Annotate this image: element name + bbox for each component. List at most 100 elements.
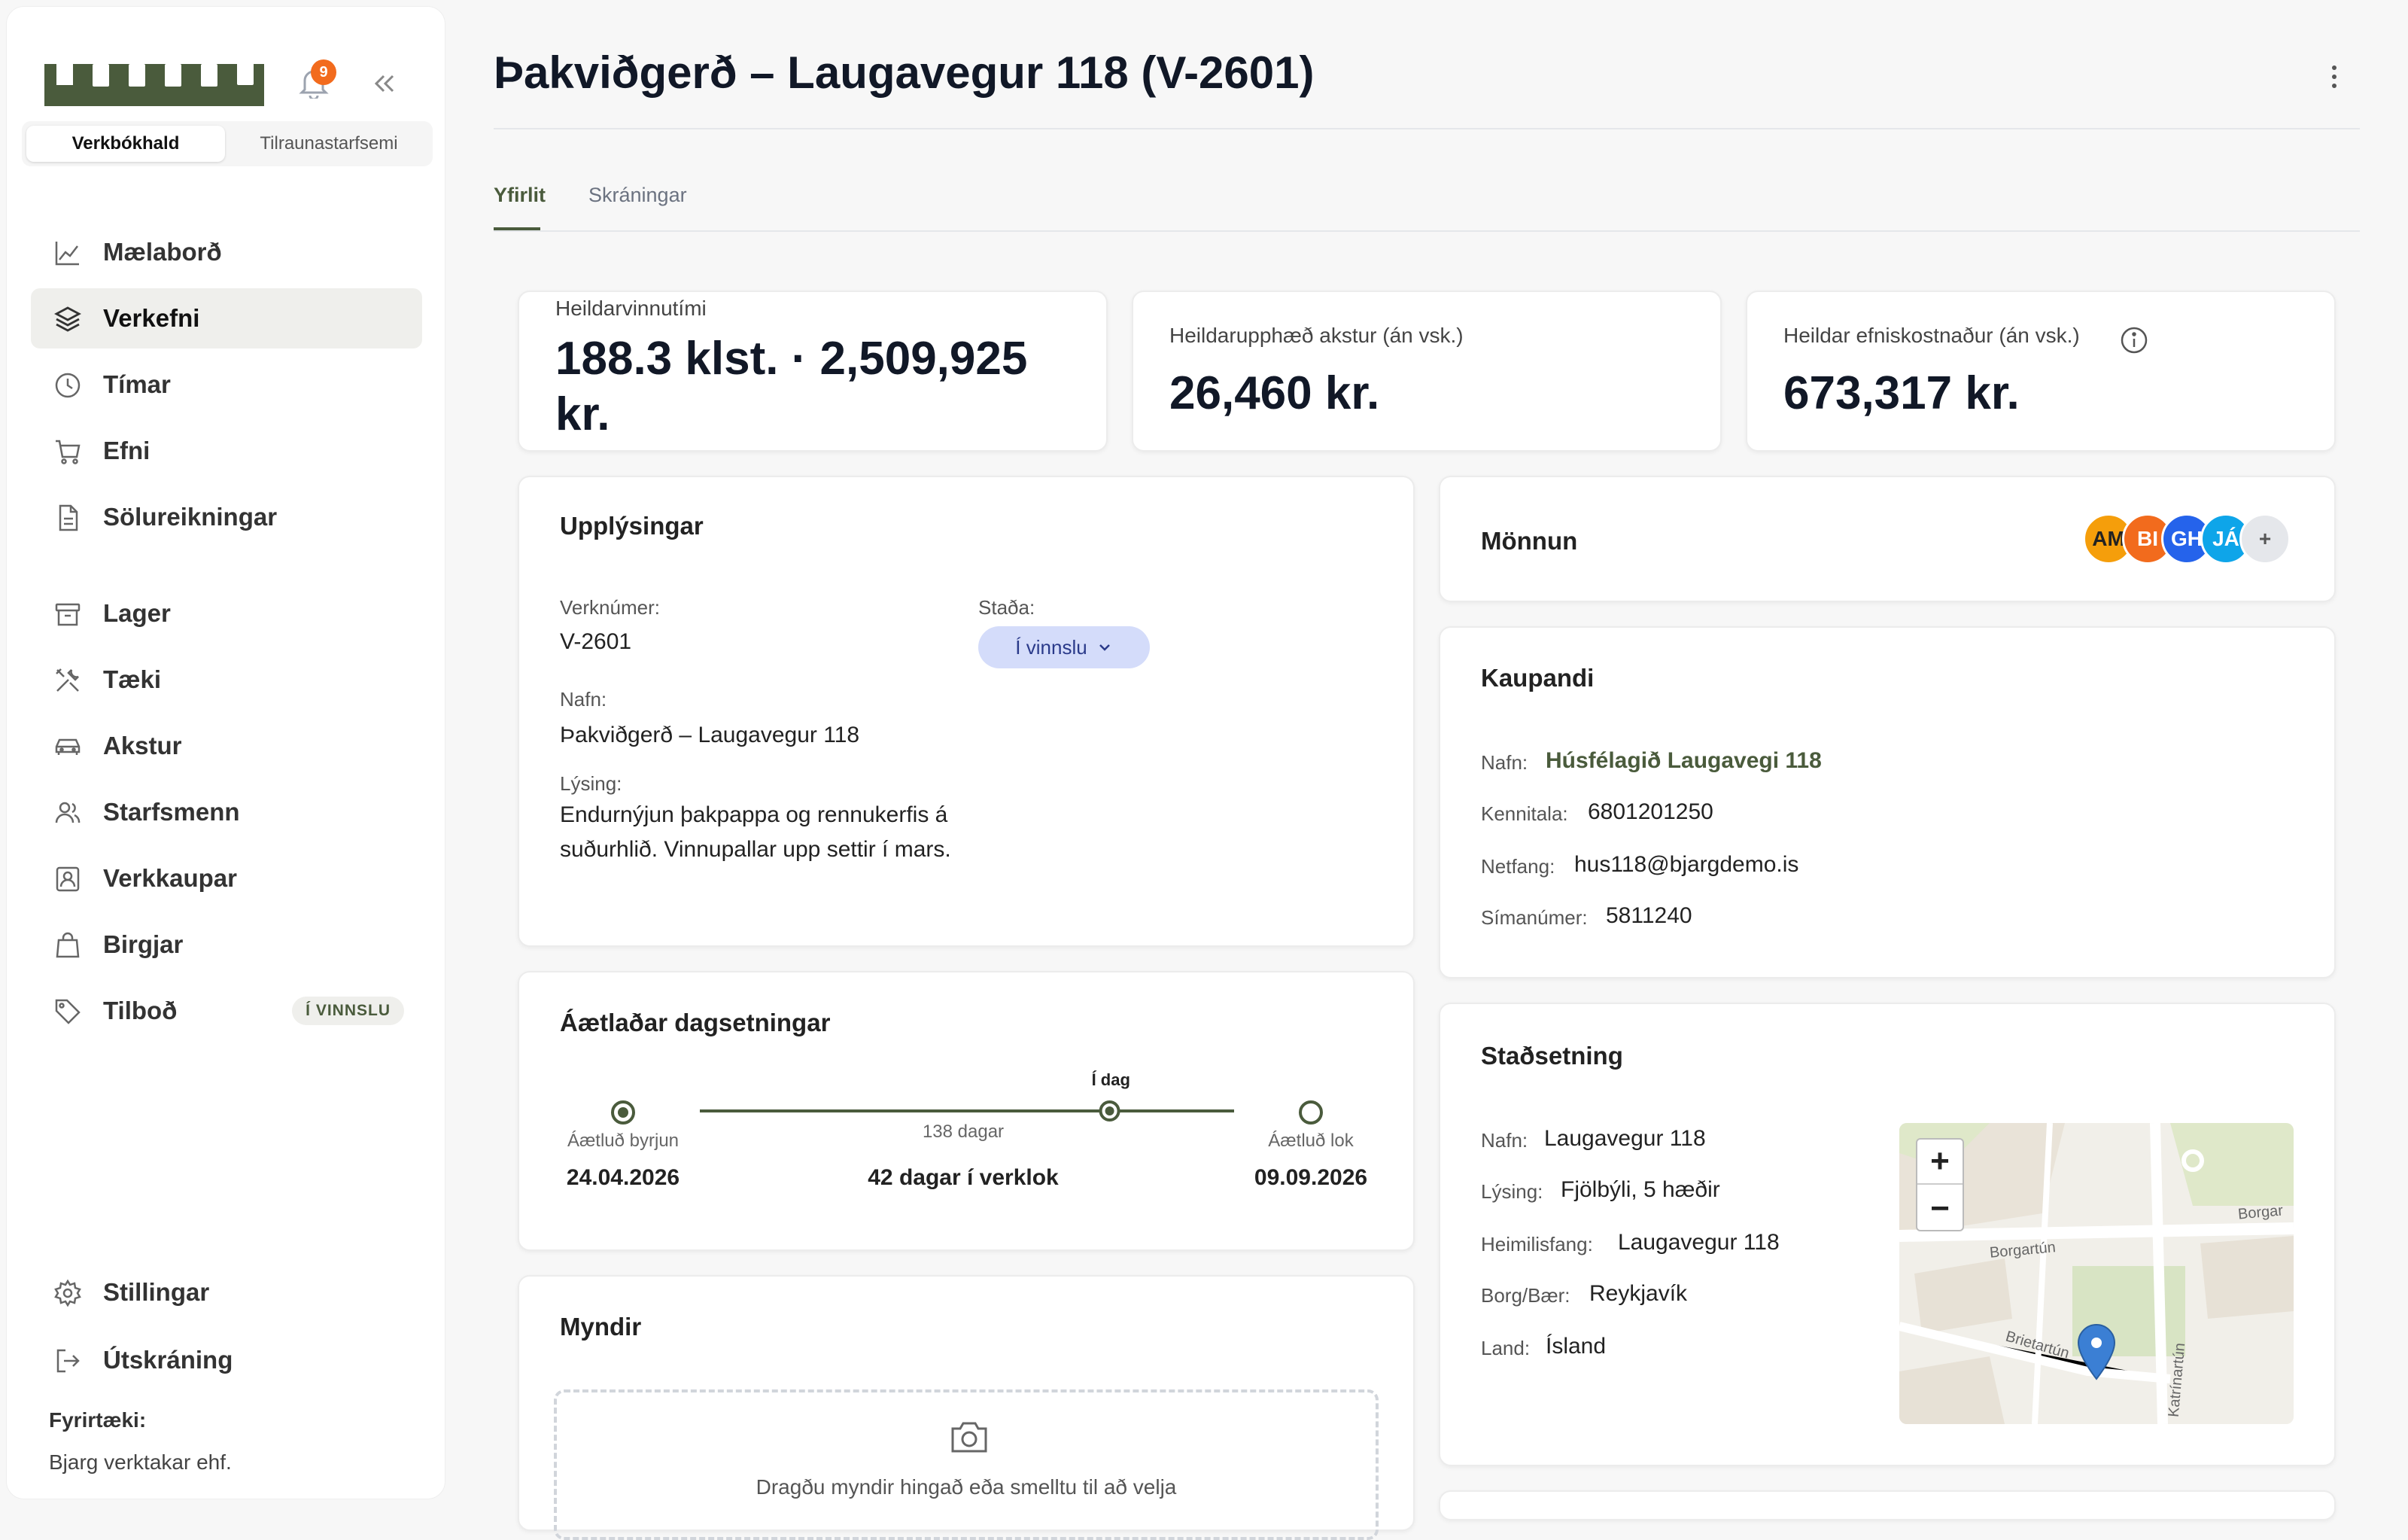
end-label: Áætluð lok — [1268, 1131, 1354, 1151]
location-name: Laugavegur 118 — [1544, 1126, 1706, 1151]
today-label: Í dag — [1091, 1070, 1130, 1089]
sidebar-item-label: Verkkaupar — [103, 864, 237, 892]
collapse-sidebar-icon[interactable] — [371, 70, 398, 97]
tab-overview[interactable]: Yfirlit — [494, 184, 546, 207]
sidebar-item-inventory[interactable]: Lager — [31, 583, 422, 644]
divider — [494, 230, 2360, 232]
bag-icon — [56, 932, 80, 958]
field-label: Lýsing: — [1481, 1180, 1543, 1203]
sidebar-item-materials[interactable]: Efni — [31, 421, 422, 481]
sidebar-item-label: Tilboð — [103, 997, 178, 1024]
buyer-phone[interactable]: 5811240 — [1606, 899, 1692, 933]
section-title: Myndir — [560, 1313, 642, 1341]
status-badge: Í VINNSLU — [292, 997, 404, 1025]
archive-icon — [55, 603, 81, 626]
segment-verkbokhald[interactable]: Verkbókhald — [26, 126, 225, 162]
sidebar-item-settings[interactable]: Stillingar — [31, 1262, 422, 1322]
sidebar-item-clients[interactable]: Verkkaupar — [31, 848, 422, 908]
sidebar-item-label: Tæki — [103, 665, 162, 693]
stat-label: Heildarupphæð akstur (án vsk.) — [1169, 324, 1464, 347]
field-label: Borg/Bær: — [1481, 1284, 1570, 1307]
project-number: V-2601 — [560, 629, 632, 654]
field-label: Netfang: — [1481, 855, 1555, 878]
end-marker — [1299, 1100, 1323, 1125]
sidebar-item-projects[interactable]: Verkefni — [31, 288, 422, 348]
stat-label: Heildarvinnutími — [555, 297, 707, 320]
stat-value: 188.3 klst. · 2,509,925 kr. — [555, 333, 1028, 440]
tab-registrations[interactable]: Skráningar — [588, 184, 687, 207]
sidebar-item-label: Starfsmenn — [103, 798, 240, 826]
buyer-name-link[interactable]: Húsfélagið Laugavegi 118 — [1546, 744, 1822, 778]
sidebar-item-employees[interactable]: Starfsmenn — [31, 782, 422, 842]
field-label: Nafn: — [560, 688, 607, 711]
add-staff-button[interactable]: + — [2239, 513, 2291, 565]
gear-icon — [54, 1279, 81, 1307]
buyer-ssn: 6801201250 — [1588, 799, 1713, 824]
company-name: Bjarg verktakar ehf. — [49, 1450, 232, 1474]
divider — [494, 128, 2360, 129]
sidebar-item-label: Verkefni — [103, 304, 200, 332]
page-title: Þakviðgerð – Laugavegur 118 (V-2601) — [494, 47, 1315, 98]
sidebar-item-hours[interactable]: Tímar — [31, 355, 422, 415]
sidebar-item-label: Akstur — [103, 732, 182, 759]
sidebar-item-dashboard[interactable]: Mælaborð — [31, 222, 422, 282]
chevron-down-icon — [1099, 644, 1110, 651]
field-label: Staða: — [978, 596, 1035, 619]
project-name: Þakviðgerð – Laugavegur 118 — [560, 723, 860, 747]
stat-card-hours: Heildarvinnutími 188.3 klst. · 2,509,925… — [518, 291, 1108, 452]
map-pin-icon[interactable] — [2075, 1323, 2118, 1382]
brand-logo[interactable] — [44, 58, 264, 106]
section-title: Upplýsingar — [560, 512, 704, 540]
more-options-icon[interactable] — [2319, 60, 2349, 93]
sidebar-item-driving[interactable]: Akstur — [31, 716, 422, 776]
sidebar-item-label: Útskráning — [103, 1346, 233, 1374]
field-label: Land: — [1481, 1337, 1531, 1359]
notification-count-badge: 9 — [311, 59, 336, 85]
next-card — [1439, 1490, 2336, 1520]
sidebar-item-offers[interactable]: Tilboð Í VINNSLU — [31, 981, 422, 1041]
stat-value: 26,460 kr. — [1169, 367, 1380, 419]
buyer-email[interactable]: hus118@bjargdemo.is — [1574, 848, 1798, 882]
mode-switch: Verkbókhald Tilraunastarfsemi — [22, 121, 433, 166]
sidebar-item-label: Efni — [103, 437, 150, 464]
segment-tilraunastarfsemi[interactable]: Tilraunastarfsemi — [230, 126, 428, 162]
sidebar-item-equipment[interactable]: Tæki — [31, 650, 422, 710]
info-icon[interactable] — [2119, 325, 2149, 355]
buyer-card: Kaupandi Nafn: Húsfélagið Laugavegi 118 … — [1439, 626, 2336, 978]
field-label: Verknúmer: — [560, 596, 660, 619]
location-country: Ísland — [1546, 1334, 1607, 1359]
contact-icon — [56, 866, 80, 892]
sidebar-item-invoices[interactable]: Sölureikningar — [31, 487, 422, 547]
location-address: Laugavegur 118 — [1618, 1230, 1780, 1255]
status-value: Í vinnslu — [1015, 635, 1087, 659]
status-dropdown[interactable]: Í vinnslu — [978, 626, 1150, 668]
dates-card: Áætlaðar dagsetningar Í dag Áætluð byrju… — [518, 971, 1415, 1251]
end-date: 09.09.2026 — [1254, 1165, 1368, 1190]
cart-icon — [56, 440, 81, 464]
photo-dropzone[interactable]: Dragðu myndir hingað eða smelltu til að … — [554, 1389, 1379, 1540]
field-label: Kennitala: — [1481, 802, 1568, 825]
stat-label: Heildar efniskostnaður (án vsk.) — [1783, 324, 2080, 347]
chart-line-icon — [55, 242, 79, 266]
sidebar-item-label: Tímar — [103, 370, 171, 398]
date-timeline — [611, 1100, 1323, 1125]
upload-hint: Dragðu myndir hingað eða smelltu til að … — [756, 1475, 1177, 1499]
sidebar-item-logout[interactable]: Útskráning — [31, 1330, 422, 1390]
sidebar-item-suppliers[interactable]: Birgjar — [31, 915, 422, 975]
project-description: Endurnýjun þakpappa og rennukerfis á suð… — [560, 802, 951, 862]
elapsed-days: 138 dagar — [922, 1122, 1005, 1142]
remaining-days: 42 dagar í verklok — [868, 1165, 1059, 1190]
location-city: Reykjavík — [1589, 1281, 1688, 1306]
camera-icon — [951, 1422, 987, 1453]
sidebar-item-label: Mælaborð — [103, 238, 222, 266]
zoom-in-button[interactable]: + — [1917, 1140, 1963, 1185]
tag-icon — [55, 999, 81, 1024]
map-zoom-control: + − — [1916, 1138, 1964, 1231]
info-card: Upplýsingar Verknúmer: V-2601 Staða: Naf… — [518, 476, 1415, 947]
car-icon — [55, 738, 81, 755]
field-label: Heimilisfang: — [1481, 1233, 1593, 1255]
start-label: Áætluð byrjun — [567, 1131, 680, 1151]
zoom-out-button[interactable]: − — [1917, 1186, 1963, 1231]
field-label: Lýsing: — [560, 772, 622, 795]
section-title: Kaupandi — [1481, 664, 1595, 692]
